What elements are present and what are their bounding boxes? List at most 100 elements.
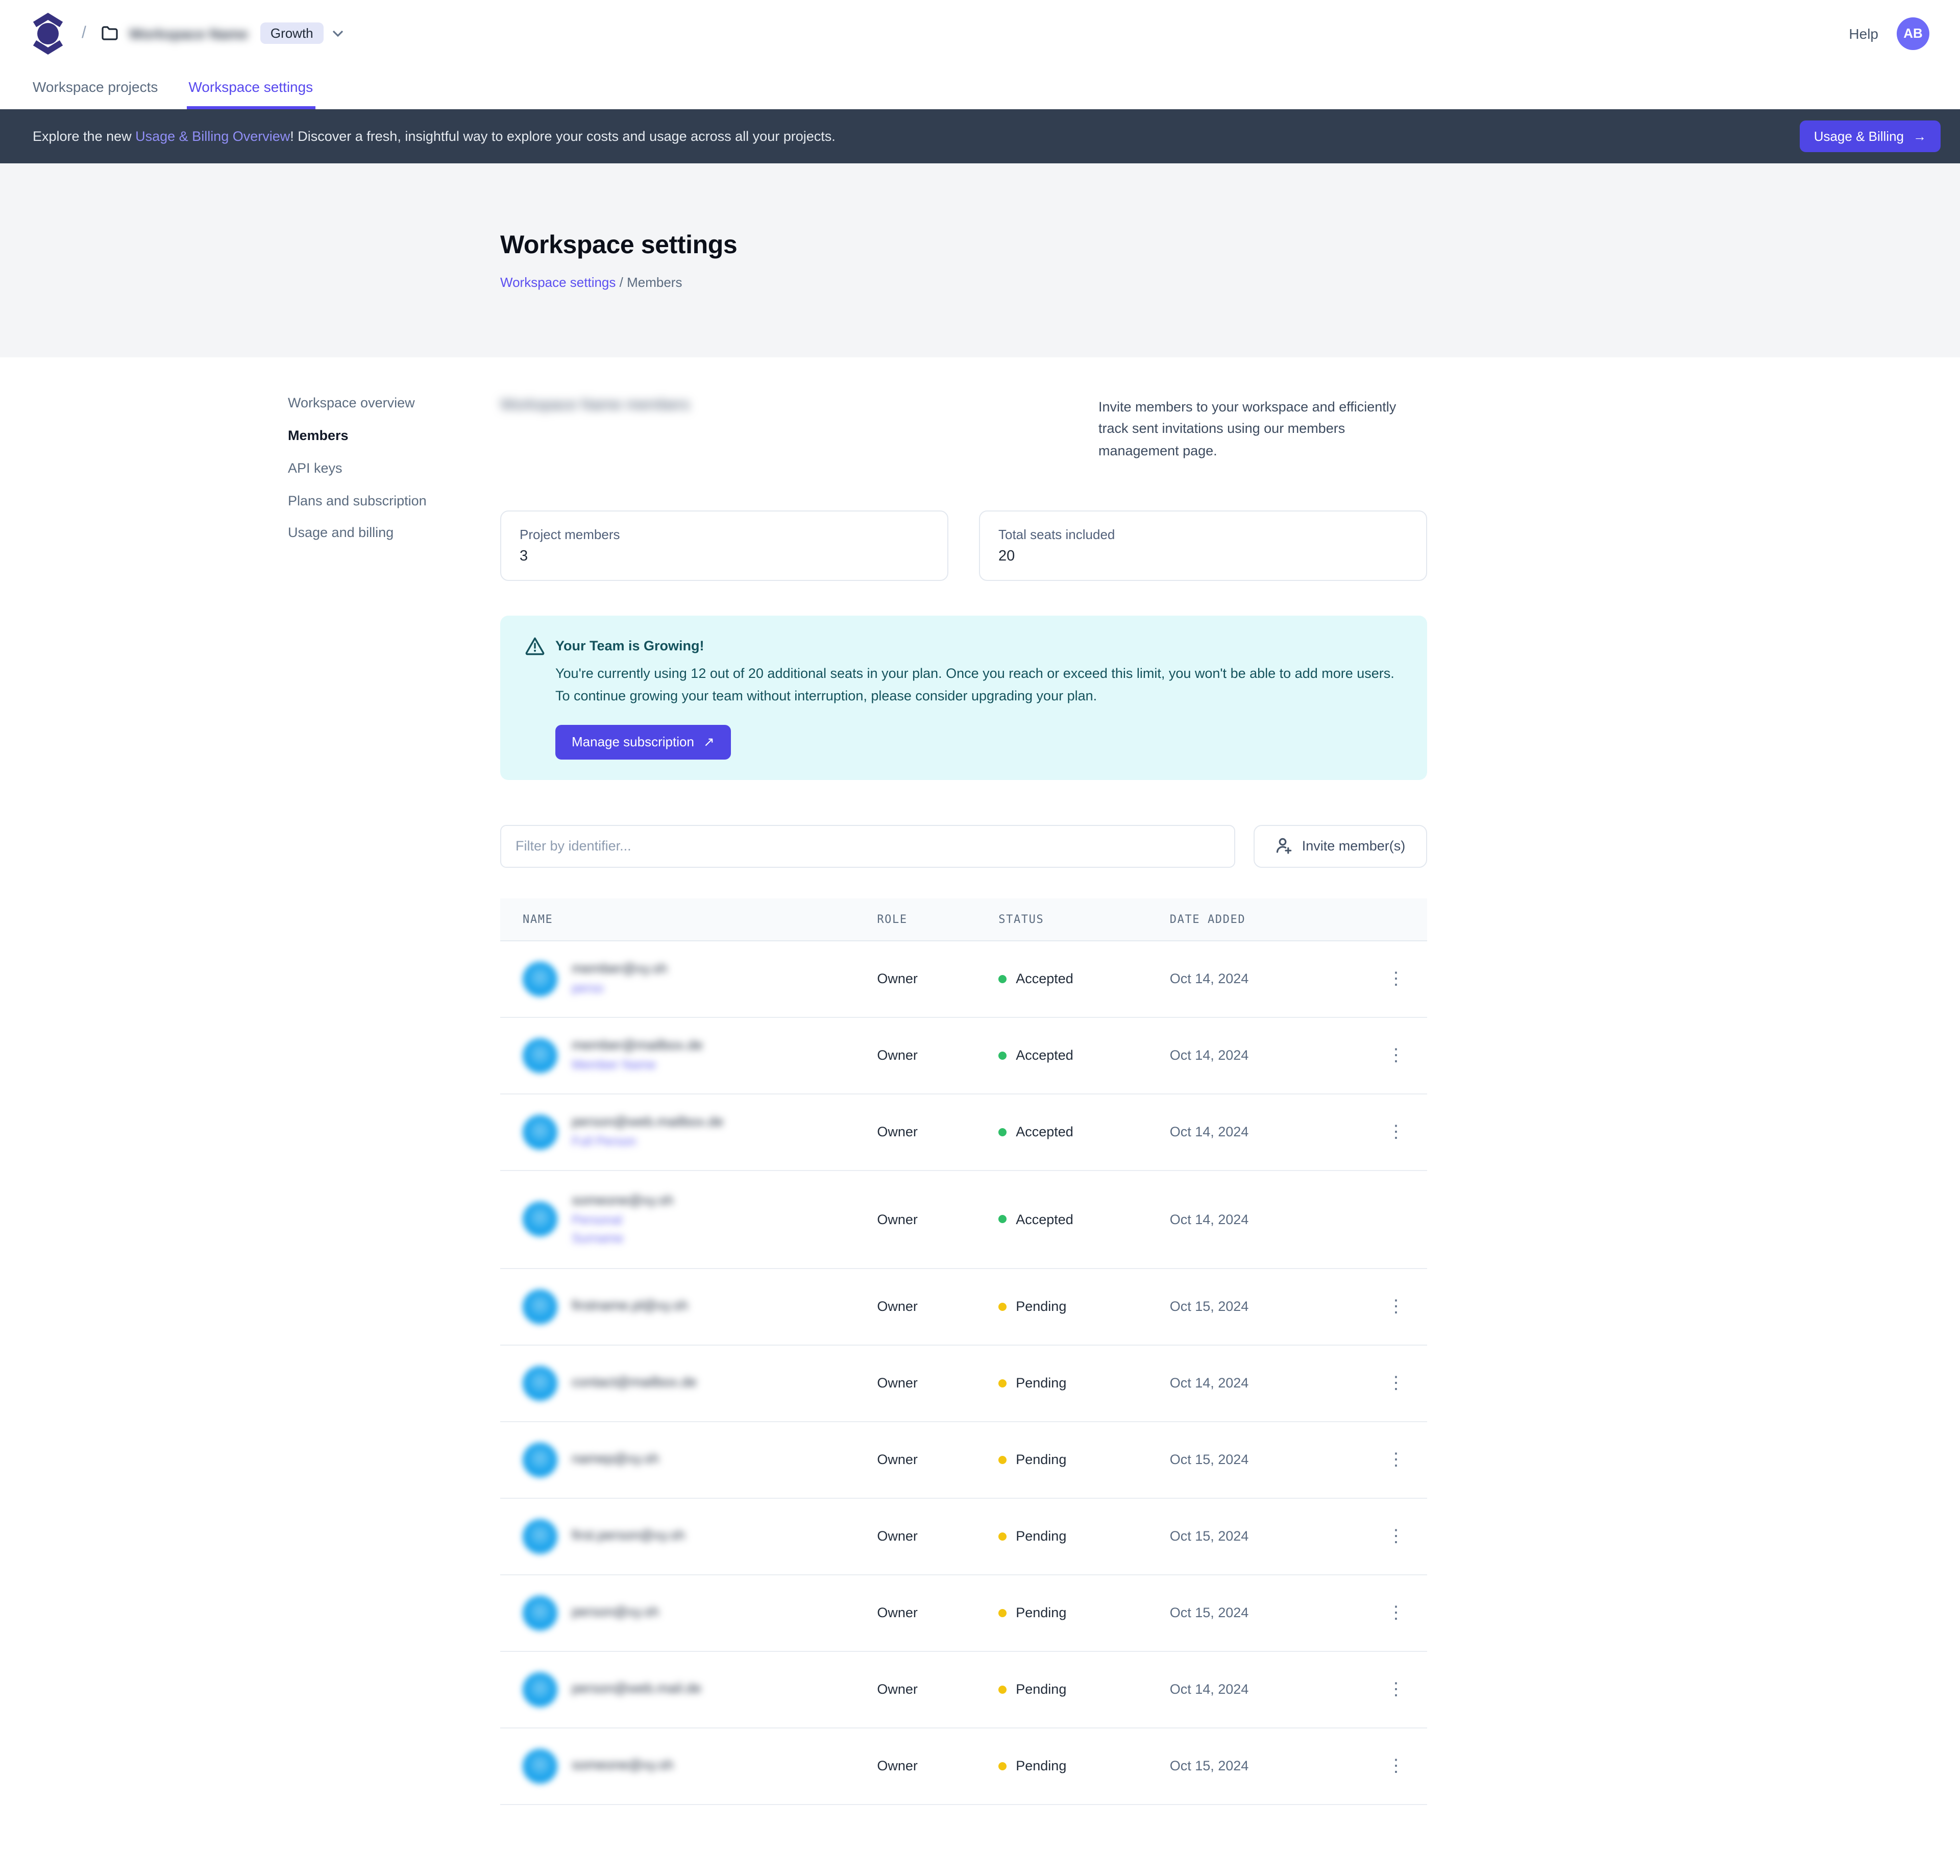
app-root: / Workspace Name Growth Help AB Workspac… [0,0,1960,1840]
member-email-blurred[interactable]: person@web.mailbox.de [572,1114,724,1130]
sidebar-item-workspace-overview[interactable]: Workspace overview [288,396,487,411]
workspace-name-blurred[interactable]: Workspace Name [129,25,248,41]
member-date-added: Oct 14, 2024 [1170,1124,1375,1139]
stat-card-total-seats: Total seats included 20 [979,510,1427,581]
member-email-blurred[interactable]: firstname.pl@xy.sh [572,1298,688,1314]
row-kebab-menu-icon[interactable]: ⋮ [1375,1123,1405,1140]
members-section-description: Invite members to your workspace and eff… [1098,396,1427,461]
status-dot [998,1609,1007,1617]
members-toolbar: Invite member(s) [500,824,1427,867]
usage-billing-overview-link[interactable]: Usage & Billing Overview [135,129,290,144]
members-table: NAME ROLE STATUS DATE ADDED member@xy.sh… [500,898,1427,1805]
column-header-status: STATUS [998,912,1169,925]
content-area: Workspace overview Members API keys Plan… [0,357,1960,1876]
banner-text: Explore the new Usage & Billing Overview… [33,129,836,144]
member-name-lines: namep@xy.sh [572,1451,659,1468]
member-avatar [523,1038,557,1073]
member-row: namep@xy.shOwnerPendingOct 15, 2024⋮ [500,1422,1427,1498]
user-avatar[interactable]: AB [1897,17,1929,50]
manage-subscription-button[interactable]: Manage subscription ↗ [555,724,731,759]
member-role: Owner [877,1605,998,1620]
member-subname-blurred[interactable]: perso [572,982,667,996]
invite-members-button[interactable]: Invite member(s) [1254,824,1427,867]
member-status: Pending [998,1605,1169,1620]
sidebar-item-plans-subscription[interactable]: Plans and subscription [288,494,487,509]
member-date-added: Oct 14, 2024 [1170,1047,1375,1063]
member-name-lines: person@xy.sh [572,1604,659,1621]
tab-workspace-settings[interactable]: Workspace settings [186,66,315,109]
top-bar: / Workspace Name Growth Help AB [0,0,1960,66]
member-status: Accepted [998,1124,1169,1139]
sidebar-item-members[interactable]: Members [288,429,487,444]
breadcrumb: Workspace settings / Members [500,275,1960,290]
member-email-blurred[interactable]: someone@xy.sh [572,1758,674,1774]
member-date-added: Oct 14, 2024 [1170,971,1375,986]
status-dot [998,1379,1007,1387]
member-subname-blurred[interactable]: Full Person [572,1135,724,1150]
stat-label: Total seats included [998,527,1408,542]
member-role: Owner [877,1528,998,1544]
member-subname-blurred[interactable]: Member Name [572,1058,703,1073]
filter-input[interactable] [500,824,1235,867]
member-name-cell: someone@xy.sh [523,1748,877,1783]
member-avatar [523,1202,557,1236]
member-email-blurred[interactable]: person@web.mail.de [572,1681,701,1697]
row-kebab-menu-icon[interactable]: ⋮ [1375,1046,1405,1064]
member-status: Pending [998,1682,1169,1697]
manage-subscription-label: Manage subscription [572,734,694,749]
status-label: Pending [1016,1605,1066,1620]
banner-text-suffix: ! Discover a fresh, insightful way to ex… [290,129,836,144]
member-name-lines: firstname.pl@xy.sh [572,1298,688,1314]
help-link[interactable]: Help [1849,25,1878,41]
member-name-lines: contact@mailbox.de [572,1375,697,1391]
row-kebab-menu-icon[interactable]: ⋮ [1375,1680,1405,1698]
logo-icon[interactable] [31,12,65,55]
member-email-blurred[interactable]: someone@xy.sh [572,1192,674,1208]
member-subname-blurred[interactable]: Surname [572,1231,674,1246]
breadcrumb-separator: / [82,24,86,42]
row-kebab-menu-icon[interactable]: ⋮ [1375,970,1405,987]
member-email-blurred[interactable]: contact@mailbox.de [572,1375,697,1391]
breadcrumb-workspace-settings-link[interactable]: Workspace settings [500,275,616,290]
status-label: Pending [1016,1528,1066,1544]
member-role: Owner [877,1124,998,1139]
tab-workspace-projects[interactable]: Workspace projects [31,66,160,109]
member-email-blurred[interactable]: first.person@xy.sh [572,1528,685,1544]
member-avatar [523,1672,557,1707]
row-kebab-menu-icon[interactable]: ⋮ [1375,1604,1405,1621]
status-label: Pending [1016,1758,1066,1773]
external-link-icon: ↗ [703,734,715,750]
stat-label: Project members [520,527,929,542]
sidebar-item-api-keys[interactable]: API keys [288,461,487,476]
member-email-blurred[interactable]: member@xy.sh [572,961,667,977]
member-role: Owner [877,1299,998,1314]
usage-billing-button[interactable]: Usage & Billing → [1800,120,1941,152]
member-name-cell: firstname.pl@xy.sh [523,1289,877,1324]
member-row: contact@mailbox.deOwnerPendingOct 14, 20… [500,1345,1427,1422]
row-kebab-menu-icon[interactable]: ⋮ [1375,1374,1405,1392]
row-kebab-menu-icon[interactable]: ⋮ [1375,1298,1405,1315]
row-kebab-menu-icon[interactable]: ⋮ [1375,1451,1405,1468]
status-dot [998,1762,1007,1770]
stat-value: 3 [520,548,929,565]
members-main: Workspace Name members Invite members to… [500,357,1427,1805]
row-kebab-menu-icon[interactable]: ⋮ [1375,1757,1405,1774]
sidebar-item-usage-billing[interactable]: Usage and billing [288,526,487,542]
member-status: Pending [998,1758,1169,1773]
status-dot [998,1455,1007,1464]
member-subname-blurred[interactable]: Personal [572,1212,674,1227]
member-avatar [523,1595,557,1630]
member-avatar [523,1442,557,1477]
member-status: Pending [998,1375,1169,1391]
member-email-blurred[interactable]: namep@xy.sh [572,1451,659,1468]
member-avatar [523,961,557,996]
status-dot [998,1685,1007,1693]
row-kebab-menu-icon[interactable]: ⋮ [1375,1527,1405,1545]
member-row: person@web.mail.deOwnerPendingOct 14, 20… [500,1651,1427,1728]
member-stats: Project members 3 Total seats included 2… [500,510,1427,581]
chevron-down-icon[interactable] [332,29,344,37]
member-email-blurred[interactable]: member@mailbox.de [572,1037,703,1054]
member-role: Owner [877,1682,998,1697]
member-date-added: Oct 15, 2024 [1170,1758,1375,1773]
member-email-blurred[interactable]: person@xy.sh [572,1604,659,1621]
